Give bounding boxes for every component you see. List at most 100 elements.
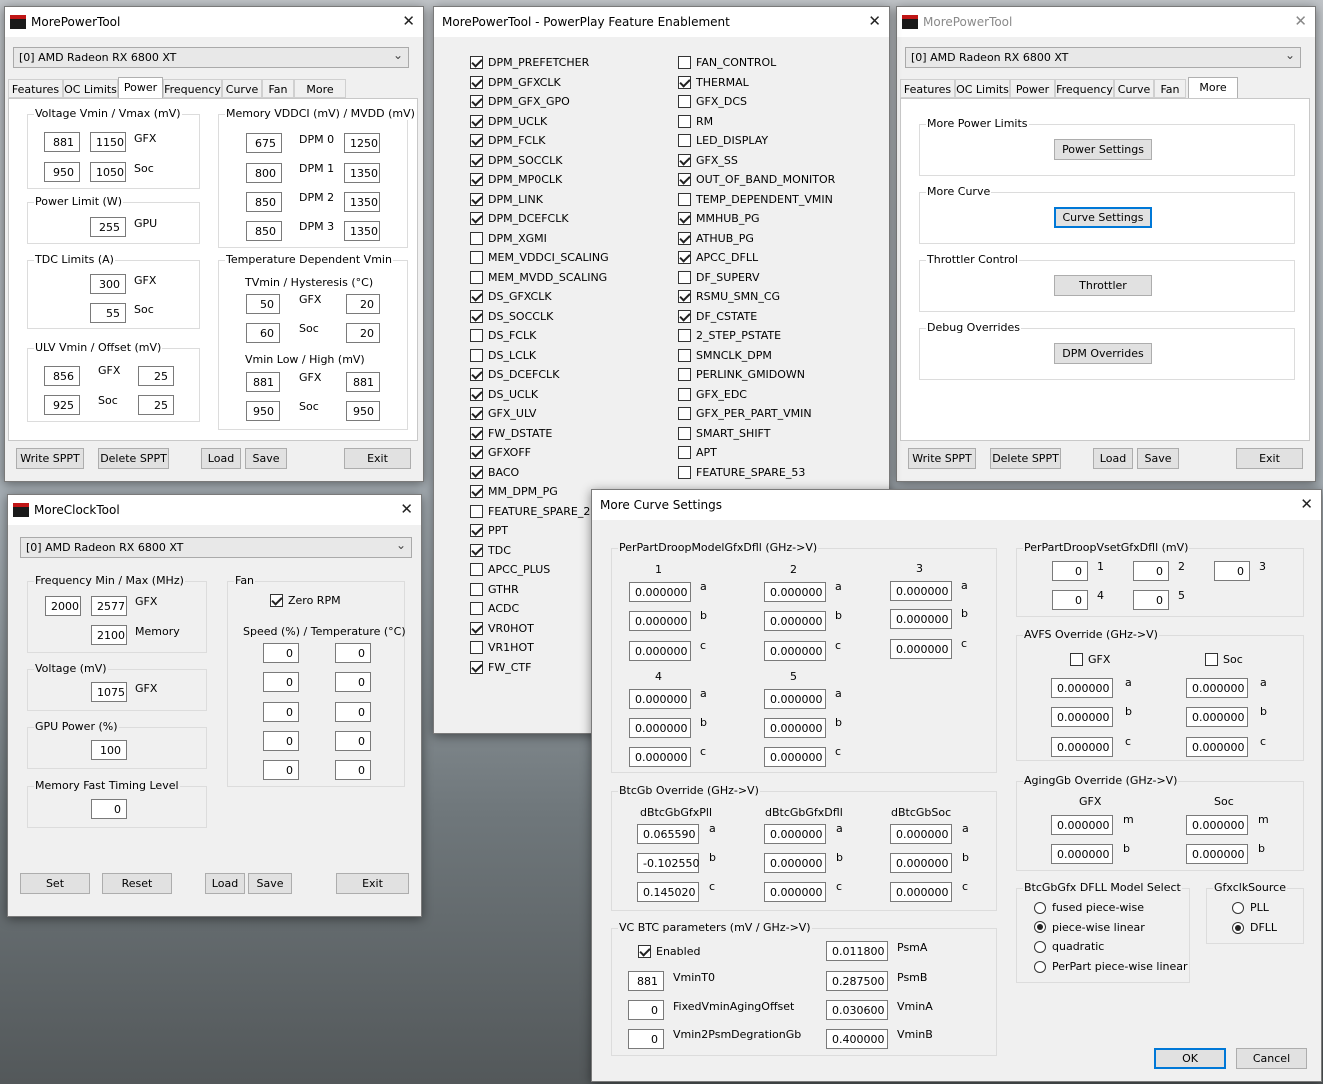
exit-button[interactable]: Exit <box>1236 448 1303 469</box>
feature-checkbox[interactable]: SMART_SHIFT <box>678 426 770 440</box>
avfs-soc-checkbox[interactable]: Soc <box>1205 653 1243 666</box>
save-button[interactable]: Save <box>1137 448 1179 469</box>
feature-checkbox-box[interactable] <box>470 485 483 498</box>
enabled-box[interactable] <box>638 945 651 958</box>
feature-checkbox-box[interactable] <box>678 114 691 128</box>
fan-temp-input[interactable]: 0 <box>335 672 371 693</box>
feature-checkbox[interactable]: DPM_FCLK <box>470 134 545 147</box>
feature-checkbox-box[interactable] <box>678 212 691 225</box>
feature-checkbox-box[interactable] <box>678 192 691 206</box>
feature-checkbox[interactable]: DPM_SOCCLK <box>470 153 562 167</box>
feature-checkbox[interactable]: GFXOFF <box>470 446 531 459</box>
psmb-input[interactable]: 0.287500 <box>826 971 888 991</box>
feature-checkbox[interactable]: DS_FCLK <box>470 329 536 342</box>
save-button[interactable]: Save <box>248 873 292 894</box>
clk-source-radio[interactable]: PLL <box>1232 901 1269 914</box>
tab-oc-limits[interactable]: OC Limits <box>955 79 1010 98</box>
fixed-vmin-aging-offset-input[interactable]: 0 <box>628 1000 664 1020</box>
tab-oc-limits[interactable]: OC Limits <box>63 79 118 98</box>
tab-curve[interactable]: Curve <box>222 79 262 98</box>
curve-settings-button[interactable]: Curve Settings <box>1054 207 1152 228</box>
feature-checkbox-box[interactable] <box>470 660 483 674</box>
feature-checkbox-box[interactable] <box>470 290 483 303</box>
feature-checkbox-box[interactable] <box>470 114 483 128</box>
feature-checkbox-box[interactable] <box>470 387 483 401</box>
feature-checkbox[interactable]: DS_DCEFCLK <box>470 368 559 381</box>
model-radio[interactable]: piece-wise linear <box>1034 921 1145 934</box>
feature-checkbox[interactable]: GFX_PER_PART_VMIN <box>678 407 812 420</box>
vminb-input[interactable]: 0.400000 <box>826 1029 888 1049</box>
avfs-input[interactable]: 0.000000 <box>1186 678 1248 698</box>
feature-checkbox-box[interactable] <box>470 173 483 186</box>
close-icon[interactable]: ✕ <box>1294 12 1307 30</box>
vmin2psm-input[interactable]: 0 <box>628 1029 664 1049</box>
droop-model-input[interactable]: 0.000000 <box>764 641 826 661</box>
aging-input[interactable]: 0.000000 <box>1186 844 1248 864</box>
droop-vset-input[interactable]: 0 <box>1133 590 1169 610</box>
tab-fan[interactable]: Fan <box>262 79 294 98</box>
ok-button[interactable]: OK <box>1154 1048 1226 1069</box>
tab-frequency[interactable]: Frequency <box>1055 79 1114 98</box>
feature-checkbox-box[interactable] <box>678 251 691 264</box>
gfx-vmin-input[interactable]: 881 <box>44 132 80 152</box>
tdc-gfx-input[interactable]: 300 <box>90 274 126 294</box>
set-button[interactable]: Set <box>20 873 90 894</box>
feature-checkbox-box[interactable] <box>678 134 691 147</box>
feature-checkbox[interactable]: MEM_VDDCI_SCALING <box>470 251 609 264</box>
reset-button[interactable]: Reset <box>102 873 172 894</box>
feature-checkbox[interactable]: VR0HOT <box>470 621 534 635</box>
feature-checkbox[interactable]: RM <box>678 114 713 128</box>
droop-model-input[interactable]: 0.000000 <box>890 639 952 659</box>
feature-checkbox[interactable]: DPM_UCLK <box>470 114 547 128</box>
gpu-select[interactable]: [0] AMD Radeon RX 6800 XT ⌄ <box>13 47 409 68</box>
droop-model-input[interactable]: 0.000000 <box>629 582 691 602</box>
feature-checkbox[interactable]: DPM_LINK <box>470 192 543 206</box>
droop-model-input[interactable]: 0.000000 <box>764 718 826 738</box>
model-radio[interactable]: PerPart piece-wise linear <box>1034 960 1188 973</box>
aging-input[interactable]: 0.000000 <box>1051 844 1113 864</box>
feature-checkbox-box[interactable] <box>470 368 483 381</box>
feature-checkbox-box[interactable] <box>678 329 691 342</box>
feature-checkbox[interactable]: FW_DSTATE <box>470 426 552 440</box>
feature-checkbox[interactable]: APCC_PLUS <box>470 563 550 576</box>
avfs-input[interactable]: 0.000000 <box>1051 678 1113 698</box>
voltage-input[interactable]: 1075 <box>91 682 127 702</box>
feature-checkbox-box[interactable] <box>678 368 691 381</box>
avfs-gfx-box[interactable] <box>1070 653 1083 666</box>
vddci-0-input[interactable]: 675 <box>246 133 282 153</box>
fan-temp-input[interactable]: 0 <box>335 701 371 722</box>
close-icon[interactable]: ✕ <box>400 500 413 518</box>
droop-vset-input[interactable]: 0 <box>1214 561 1250 581</box>
feature-checkbox[interactable]: FEATURE_SPARE_53 <box>678 465 805 479</box>
hyst-gfx-input[interactable]: 20 <box>346 294 380 314</box>
gfx-min-input[interactable]: 2000 <box>45 596 81 616</box>
feature-checkbox-box[interactable] <box>678 426 691 440</box>
feature-checkbox[interactable]: BACO <box>470 465 519 479</box>
avfs-input[interactable]: 0.000000 <box>1051 737 1113 757</box>
vmin-high-gfx-input[interactable]: 881 <box>346 372 380 392</box>
avfs-input[interactable]: 0.000000 <box>1051 707 1113 727</box>
feature-checkbox[interactable]: PERLINK_GMIDOWN <box>678 368 805 381</box>
model-radio[interactable]: quadratic <box>1034 940 1104 953</box>
feature-checkbox-box[interactable] <box>470 251 483 264</box>
feature-checkbox-box[interactable] <box>678 309 691 323</box>
feature-checkbox-box[interactable] <box>470 309 483 323</box>
tab-fan[interactable]: Fan <box>1154 79 1186 98</box>
feature-checkbox-box[interactable] <box>470 524 483 537</box>
feature-checkbox[interactable]: APT <box>678 446 717 459</box>
feature-checkbox-box[interactable] <box>678 446 691 459</box>
feature-checkbox-box[interactable] <box>678 407 691 420</box>
feature-checkbox[interactable]: GFX_EDC <box>678 387 747 401</box>
clk-source-radio[interactable]: DFLL <box>1232 921 1277 934</box>
feature-checkbox-box[interactable] <box>470 56 483 69</box>
mvdd-2-input[interactable]: 1350 <box>344 192 380 212</box>
feature-checkbox-box[interactable] <box>678 56 691 69</box>
fan-speed-input[interactable]: 0 <box>263 643 299 663</box>
write-sppt-button[interactable]: Write SPPT <box>16 448 84 469</box>
feature-checkbox[interactable]: DPM_PREFETCHER <box>470 56 589 69</box>
fan-temp-input[interactable]: 0 <box>335 730 371 751</box>
droop-model-input[interactable]: 0.000000 <box>629 611 691 631</box>
vmin-high-soc-input[interactable]: 950 <box>346 401 380 421</box>
feature-checkbox-box[interactable] <box>470 641 483 654</box>
feature-checkbox[interactable]: DS_LCLK <box>470 348 536 362</box>
